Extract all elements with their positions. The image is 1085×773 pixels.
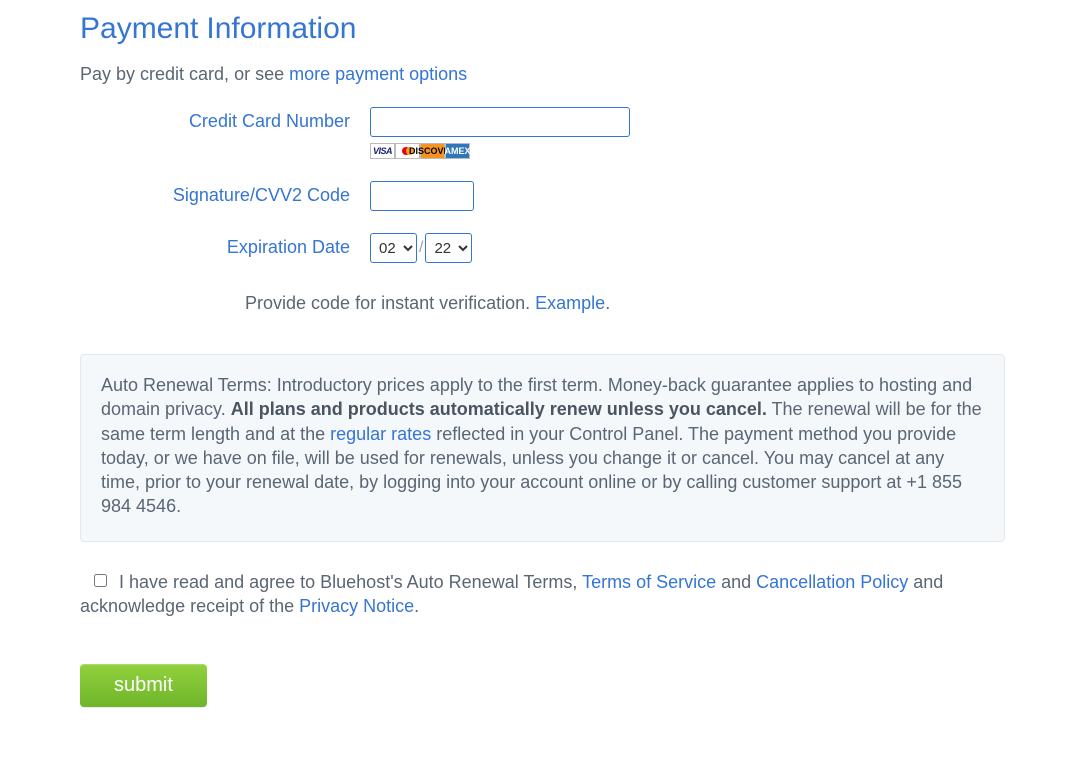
cvv-input[interactable] <box>370 181 474 211</box>
page-title-word-2: Information <box>206 12 356 46</box>
consent-p1: I have read and agree to Bluehost's Auto… <box>119 572 582 592</box>
cc-number-row: Credit Card Number VISA DISCOVER AMEX <box>80 107 1005 159</box>
privacy-notice-link[interactable]: Privacy Notice <box>299 596 414 616</box>
discover-icon: DISCOVER <box>420 143 445 159</box>
payment-intro-text: Pay by credit card, or see <box>80 64 289 84</box>
more-payment-options-link[interactable]: more payment options <box>289 64 467 84</box>
consent-end: . <box>414 596 419 616</box>
amex-icon: AMEX <box>445 143 470 159</box>
terms-of-service-link[interactable]: Terms of Service <box>582 572 716 592</box>
visa-icon: VISA <box>370 143 395 159</box>
cancellation-policy-link[interactable]: Cancellation Policy <box>756 572 908 592</box>
payment-intro: Pay by credit card, or see more payment … <box>80 64 1005 85</box>
verification-text: Provide code for instant verification. <box>245 293 535 313</box>
regular-rates-link[interactable]: regular rates <box>330 424 431 444</box>
cc-number-input[interactable] <box>370 107 630 137</box>
submit-button[interactable]: submit <box>80 664 207 707</box>
auto-renewal-terms: Auto Renewal Terms: Introductory prices … <box>80 354 1005 542</box>
page-title: Payment Information <box>80 12 1005 46</box>
verification-suffix: . <box>605 293 610 313</box>
expiration-label: Expiration Date <box>80 233 370 258</box>
consent-row: I have read and agree to Bluehost's Auto… <box>80 570 1005 619</box>
expiration-row: Expiration Date 010203040506070809101112… <box>80 233 1005 263</box>
cc-number-label: Credit Card Number <box>80 107 370 132</box>
verification-hint: Provide code for instant verification. E… <box>80 293 1005 314</box>
terms-bold: All plans and products automatically ren… <box>231 399 767 419</box>
expiration-year-select[interactable]: 222324252627282930 <box>425 233 472 263</box>
card-logos: VISA DISCOVER AMEX <box>370 143 630 159</box>
consent-checkbox[interactable] <box>94 574 107 587</box>
expiration-month-select[interactable]: 010203040506070809101112 <box>370 233 417 263</box>
expiration-separator: / <box>417 239 425 257</box>
cvv-row: Signature/CVV2 Code <box>80 181 1005 211</box>
example-link[interactable]: Example <box>535 293 605 313</box>
page-title-word-1: Payment <box>80 12 198 46</box>
consent-and1: and <box>716 572 756 592</box>
cvv-label: Signature/CVV2 Code <box>80 181 370 206</box>
